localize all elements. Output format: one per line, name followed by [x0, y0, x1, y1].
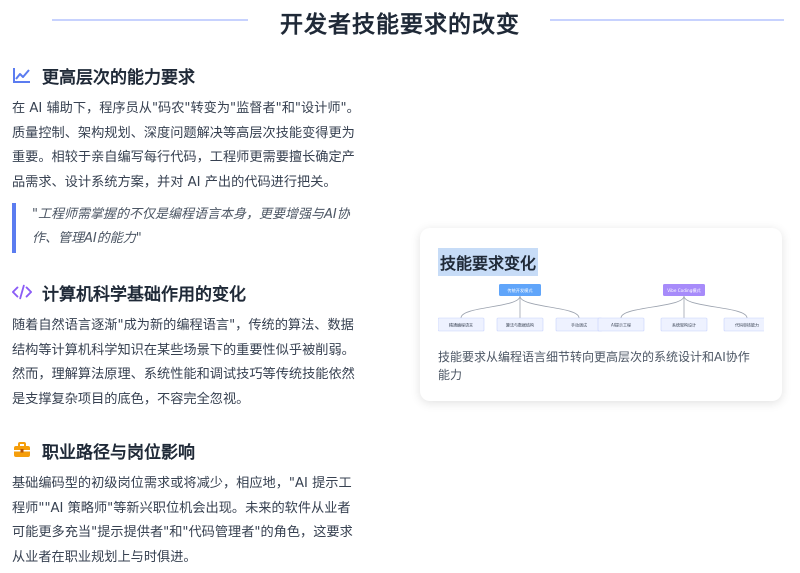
diagram-root-label-vibe: Vibe Coding模式 [667, 287, 701, 294]
paragraph-line: 在 AI 辅助下，程序员从"码农"转变为"监督者"和"设计师"。 [12, 101, 360, 116]
skill-change-card: 技能要求变化 传统开发模式精通编程语言 算法与数据结构 手动调试 Vibe Codin… [420, 228, 782, 401]
diagram-child-label: 算法与数据结构 [506, 322, 534, 328]
code-icon [12, 282, 32, 302]
diagram-child-label: 系统架构设计 [672, 322, 696, 328]
caption-line: 技能要求从编程语言细节转向更高层次的系统设计和AI协作 [438, 350, 750, 364]
section-heading-cs-fundamentals: 计算机科学基础作用的变化 [12, 279, 246, 305]
paragraph-line: 品需求、设计系统方案，并对 AI 产出的代码进行把关。 [12, 174, 337, 190]
paragraph-line: 质量控制、架构规划、深度问题解决等高层次技能变得更为 [12, 125, 355, 141]
diagram-child-label: 手动调试 [571, 322, 587, 328]
paragraph-line: 可能更多充当"提示提供者"和"代码管理者"的角色，这要求 [12, 525, 353, 540]
diagram-child-label: 精通编程语言 [449, 322, 473, 328]
diagram-child-label: AI提示工程 [611, 322, 631, 328]
section-title: 计算机科学基础作用的变化 [42, 284, 246, 305]
chart-line-icon [12, 65, 32, 85]
diagram-connector [683, 295, 748, 319]
paragraph-line: 结构等计算机科学知识在某些场景下的重要性似乎被削弱。 [12, 342, 355, 358]
blockquote: "工程师需掌握的不仅是编程语言本身，更要增强与AI协 作、管理AI的能力" [12, 203, 380, 253]
briefcase-icon [12, 440, 32, 460]
card-caption: 技能要求从编程语言细节转向更高层次的系统设计和AI协作 能力 [438, 348, 764, 384]
diagram-child-label: 代码审核能力 [735, 322, 759, 328]
page-title: 开发者技能要求的改变 [280, 11, 520, 38]
caption-line: 能力 [438, 368, 463, 382]
section-heading-career-path: 职业路径与岗位影响 [12, 437, 195, 463]
section-title: 职业路径与岗位影响 [42, 442, 195, 463]
paragraph-line: 从业者在职业规划上与时俱进。 [12, 549, 197, 565]
paragraph-line: 程师""AI 策略师"等新兴职位机会出现。未来的软件从业者 [12, 500, 351, 516]
section-title: 更高层次的能力要求 [42, 67, 195, 88]
diagram-connector [460, 295, 521, 319]
paragraph-line: 然而，理解算法原理、系统性能和调试技巧等传统技能依然 [12, 367, 355, 382]
section-paragraph-career-path: 基础编码型的初级岗位需求或将减少，相应地，"AI 提示工 程师""AI 策略师"… [12, 472, 380, 570]
section-paragraph-higher-abilities: 在 AI 辅助下，程序员从"码农"转变为"监督者"和"设计师"。 质量控制、架构… [12, 97, 380, 195]
paragraph-line: 基础编码型的初级岗位需求或将减少，相应地，"AI 提示工 [12, 476, 352, 491]
paragraph-line: 随着自然语言逐渐"成为新的编程语言"，传统的算法、数据 [12, 318, 354, 333]
paragraph-line: 是支撑复杂项目的底色，不容完全忽视。 [12, 391, 250, 407]
card-title: 技能要求变化 [438, 248, 539, 276]
section-paragraph-cs-fundamentals: 随着自然语言逐渐"成为新的编程语言"，传统的算法、数据 结构等计算机科学知识在某… [12, 314, 380, 412]
skill-change-diagram: 传统开发模式精通编程语言 算法与数据结构 手动调试 Vibe Coding模式 AI提示… [438, 284, 764, 332]
section-heading-higher-abilities: 更高层次的能力要求 [12, 62, 195, 88]
diagram-connector [519, 295, 580, 319]
diagram-root-label-traditional: 传统开发模式 [507, 287, 533, 294]
quote-line: "工程师需掌握的不仅是编程语言本身，更要增强与AI协 [32, 207, 350, 222]
quote-line: 作、管理AI的能力" [32, 231, 142, 246]
paragraph-line: 重要。相较于亲自编写每行代码，工程师更需要擅长确定产 [12, 150, 355, 165]
title-row: 开发者技能要求的改变 [0, 0, 800, 40]
diagram-connector [620, 295, 685, 319]
